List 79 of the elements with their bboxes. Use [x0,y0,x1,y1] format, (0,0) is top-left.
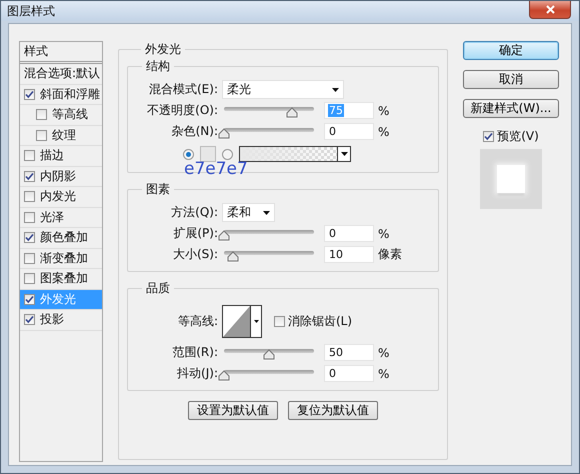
slider-thumb[interactable] [218,128,230,138]
panel-title: 外发光 [144,41,182,58]
group-title: 品质 [145,280,171,297]
field-label: 不透明度(O): [146,102,219,119]
value-field[interactable]: 0 [324,225,374,242]
cancel-button[interactable]: 取消 [463,70,559,89]
checkbox[interactable] [274,316,285,327]
radio-button[interactable] [183,148,194,160]
field-label: 等高线: [176,313,219,330]
contour-picker[interactable] [222,305,262,338]
style-list-item[interactable]: 斜面和浮雕 [20,84,102,105]
field-label: 扩展(P): [172,225,219,242]
field-label: 大小(S): [172,246,219,263]
checkbox[interactable] [24,212,35,223]
caret-icon [263,210,270,214]
gradient-picker[interactable] [239,146,351,162]
style-list-item[interactable]: 等高线 [20,105,102,126]
color-swatch[interactable] [200,146,216,162]
slider-thumb[interactable] [218,230,230,240]
group-title: 图素 [145,181,171,198]
style-list-item[interactable]: 描边 [20,146,102,166]
checkbox[interactable] [24,88,35,100]
style-list-item[interactable]: 纹理 [20,126,102,146]
list-header: 样式 [20,42,102,64]
caret-icon [254,320,258,323]
slider-thumb[interactable] [263,348,275,360]
checkbox[interactable] [483,131,494,142]
style-list-item[interactable]: 内发光 [20,187,102,208]
preview-checkbox[interactable]: 预览(V) [483,128,539,145]
checkbox[interactable] [24,314,35,326]
style-list-item[interactable]: 渐变叠加 [20,248,102,269]
unit-label: 像素 [378,246,402,263]
checkbox[interactable] [24,170,35,182]
checkbox[interactable] [24,232,35,244]
slider-thumb[interactable] [286,106,298,118]
slider-thumb[interactable] [227,250,239,262]
dropdown[interactable]: 柔和 [222,203,275,222]
unit-label: % [378,104,390,118]
slider-thumb[interactable] [218,370,230,380]
style-list-item[interactable]: 混合选项:默认 [20,64,102,84]
unit-label: % [378,226,390,240]
unit-label: % [378,366,390,380]
close-icon [546,5,554,14]
unit-label: % [378,346,390,360]
color-annotation: e7e7e7 [184,159,248,179]
checkbox[interactable] [24,252,35,264]
style-list-item[interactable]: 颜色叠加 [20,228,102,248]
field-label: 范围(R): [171,344,219,361]
value-field[interactable]: 0 [324,365,374,382]
unit-label: % [378,124,390,138]
field-label: 抖动(J): [176,365,219,382]
field-label: 杂色(N): [170,123,219,140]
new-style-button[interactable]: 新建样式(W)... [463,99,559,118]
dropdown[interactable]: 柔光 [222,80,344,99]
default-button[interactable]: 复位为默认值 [288,401,378,420]
checkbox[interactable] [24,150,35,162]
caret-icon [332,88,339,92]
close-button[interactable] [529,1,571,19]
value-field[interactable]: 10 [324,246,374,263]
style-list-item[interactable]: 光泽 [20,208,102,228]
preview-thumbnail [480,149,542,209]
anti-alias-option[interactable]: 消除锯齿(L) [274,313,352,330]
default-button[interactable]: 设置为默认值 [188,401,278,420]
field-label: 方法(Q): [170,204,219,221]
group-title: 结构 [145,58,171,75]
checkbox[interactable] [36,109,47,120]
checkbox[interactable] [24,191,35,202]
style-list-item[interactable]: 投影 [20,310,102,330]
style-list-item[interactable]: 内阴影 [20,166,102,187]
checkbox[interactable] [24,273,35,284]
field-label: 混合模式(E): [148,81,219,98]
value-field[interactable]: 50 [324,344,374,361]
caret-icon [340,152,348,156]
ok-button[interactable]: 确定 [463,41,559,60]
radio-button[interactable] [222,148,233,160]
checkbox[interactable] [24,294,35,305]
window-title: 图层样式 [7,2,55,20]
checkbox[interactable] [36,130,47,141]
value-field[interactable]: 0 [324,123,374,140]
